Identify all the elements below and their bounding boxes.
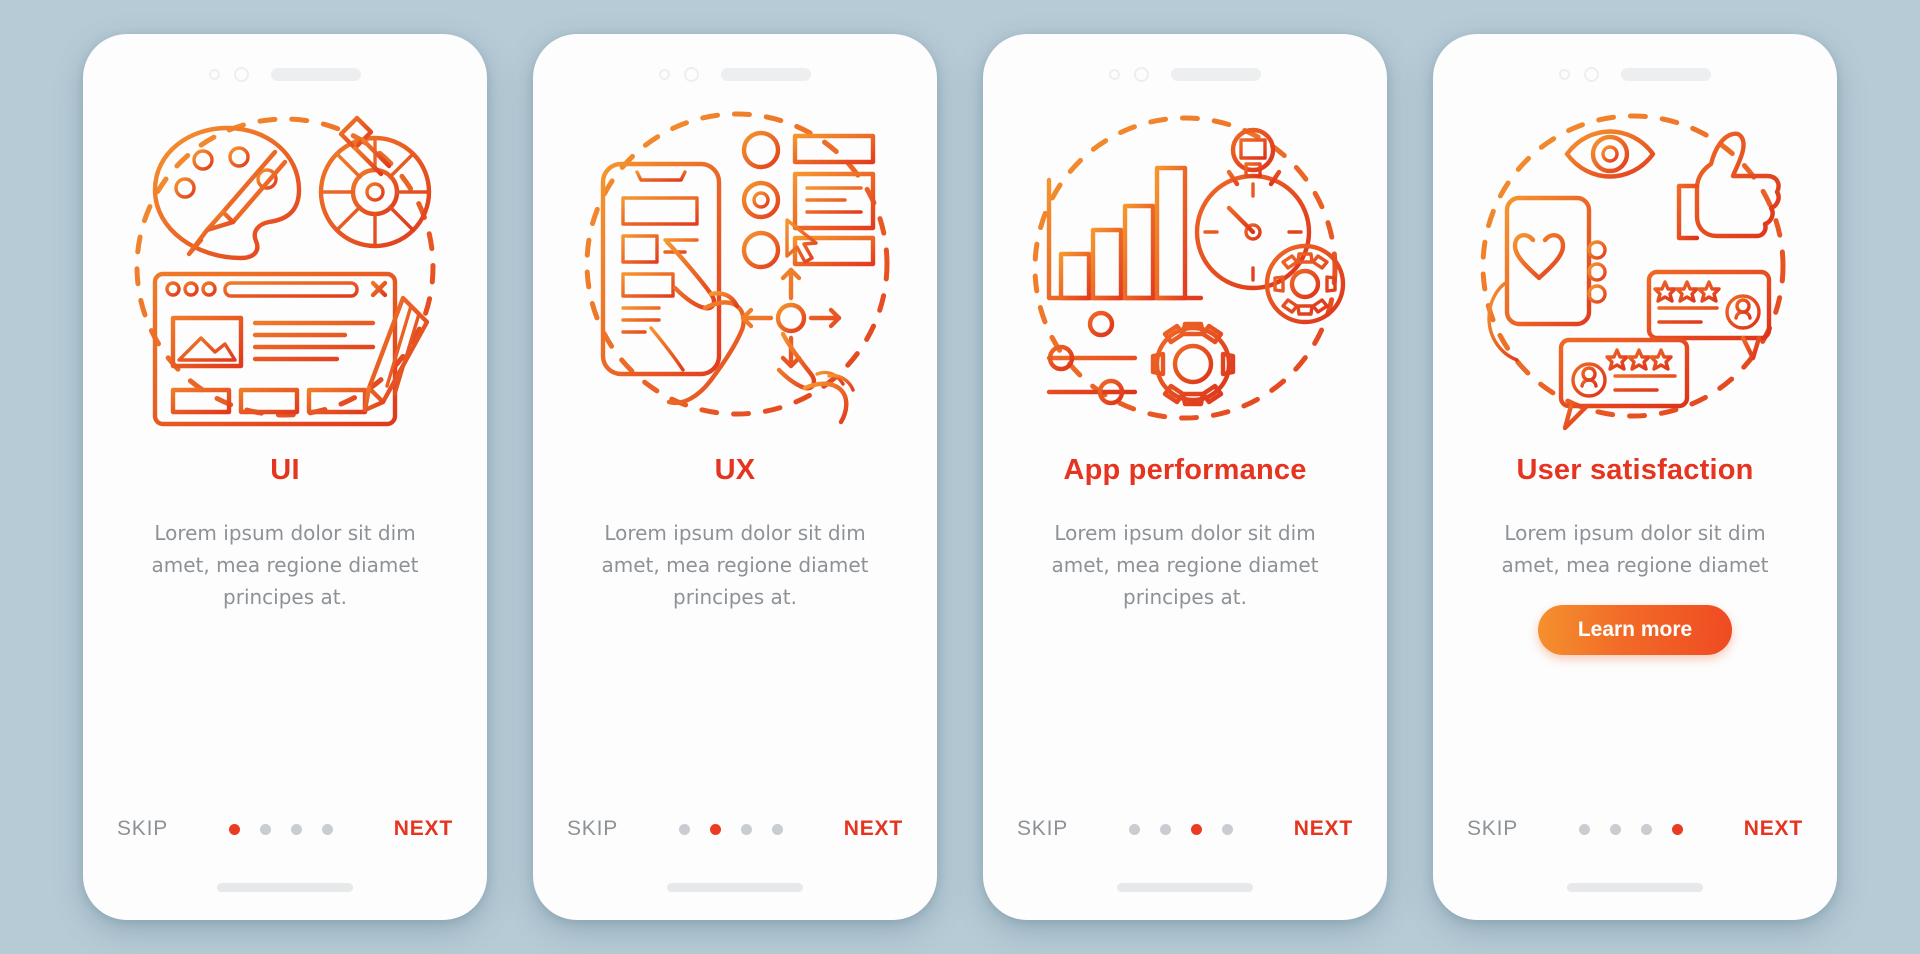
home-indicator <box>1567 883 1703 892</box>
onboarding-screens-board: UI Lorem ipsum dolor sit dim amet, mea r… <box>0 0 1920 954</box>
sensor-dot-icon <box>1134 66 1149 82</box>
speaker-grill <box>721 67 811 81</box>
onboarding-screen-ui: UI Lorem ipsum dolor sit dim amet, mea r… <box>83 34 487 920</box>
page-dot-3[interactable] <box>740 823 752 835</box>
onboarding-screen-ux: UX Lorem ipsum dolor sit dim amet, mea r… <box>533 34 937 920</box>
illustration-ui <box>115 102 455 432</box>
skip-button[interactable]: SKIP <box>117 817 168 841</box>
speaker-grill <box>271 67 361 81</box>
skip-button[interactable]: SKIP <box>1467 817 1518 841</box>
page-indicator-dots <box>1128 823 1233 835</box>
onboarding-screen-app-performance: App performance Lorem ipsum dolor sit di… <box>983 34 1387 920</box>
home-indicator <box>667 883 803 892</box>
skip-button[interactable]: SKIP <box>567 817 618 841</box>
page-dot-1[interactable] <box>1128 823 1140 835</box>
page-dot-4[interactable] <box>1221 823 1233 835</box>
screen-description: Lorem ipsum dolor sit dim amet, mea regi… <box>1051 521 1319 609</box>
sensor-dot-icon <box>234 66 249 82</box>
sensor-dot-icon <box>1584 66 1599 82</box>
page-dot-4[interactable] <box>771 823 783 835</box>
speaker-grill <box>1621 67 1711 81</box>
sensor-dot-icon <box>684 66 699 82</box>
camera-dot-icon <box>209 68 220 80</box>
learn-more-button[interactable]: Learn more <box>1537 605 1733 655</box>
phone-status-bar <box>533 34 937 96</box>
page-dot-4[interactable] <box>321 823 333 835</box>
page-indicator-dots <box>228 823 333 835</box>
home-indicator <box>1117 883 1253 892</box>
screen-title: UX <box>714 454 756 486</box>
page-dot-1[interactable] <box>228 823 240 835</box>
screen-description: Lorem ipsum dolor sit dim amet, mea regi… <box>1501 521 1769 577</box>
screen-title: App performance <box>1063 454 1307 486</box>
onboarding-screen-user-satisfaction: User satisfaction Lorem ipsum dolor sit … <box>1433 34 1837 920</box>
page-dot-3[interactable] <box>1640 823 1652 835</box>
camera-dot-icon <box>1109 68 1120 80</box>
skip-button[interactable]: SKIP <box>1017 817 1068 841</box>
illustration-user-satisfaction <box>1465 102 1805 432</box>
page-dot-1[interactable] <box>678 823 690 835</box>
onboarding-nav-row: SKIP NEXT <box>83 817 487 841</box>
home-indicator <box>217 883 353 892</box>
page-dot-1[interactable] <box>1578 823 1590 835</box>
page-dot-2[interactable] <box>259 823 271 835</box>
next-button[interactable]: NEXT <box>394 817 453 841</box>
phone-status-bar <box>83 34 487 96</box>
page-dot-3[interactable] <box>1190 823 1202 835</box>
screen-title: User satisfaction <box>1516 454 1754 486</box>
onboarding-nav-row: SKIP NEXT <box>1433 817 1837 841</box>
illustration-ux <box>565 102 905 432</box>
onboarding-nav-row: SKIP NEXT <box>533 817 937 841</box>
speaker-grill <box>1171 67 1261 81</box>
next-button[interactable]: NEXT <box>844 817 903 841</box>
page-dot-2[interactable] <box>1159 823 1171 835</box>
camera-dot-icon <box>1559 68 1570 80</box>
camera-dot-icon <box>659 68 670 80</box>
page-dot-4[interactable] <box>1671 823 1683 835</box>
next-button[interactable]: NEXT <box>1744 817 1803 841</box>
onboarding-nav-row: SKIP NEXT <box>983 817 1387 841</box>
screen-title: UI <box>270 454 300 486</box>
page-indicator-dots <box>1578 823 1683 835</box>
next-button[interactable]: NEXT <box>1294 817 1353 841</box>
illustration-app-performance <box>1015 102 1355 432</box>
page-dot-2[interactable] <box>709 823 721 835</box>
page-indicator-dots <box>678 823 783 835</box>
screen-description: Lorem ipsum dolor sit dim amet, mea regi… <box>601 521 869 609</box>
phone-status-bar <box>1433 34 1837 96</box>
phone-status-bar <box>983 34 1387 96</box>
page-dot-2[interactable] <box>1609 823 1621 835</box>
page-dot-3[interactable] <box>290 823 302 835</box>
screen-description: Lorem ipsum dolor sit dim amet, mea regi… <box>151 521 419 609</box>
